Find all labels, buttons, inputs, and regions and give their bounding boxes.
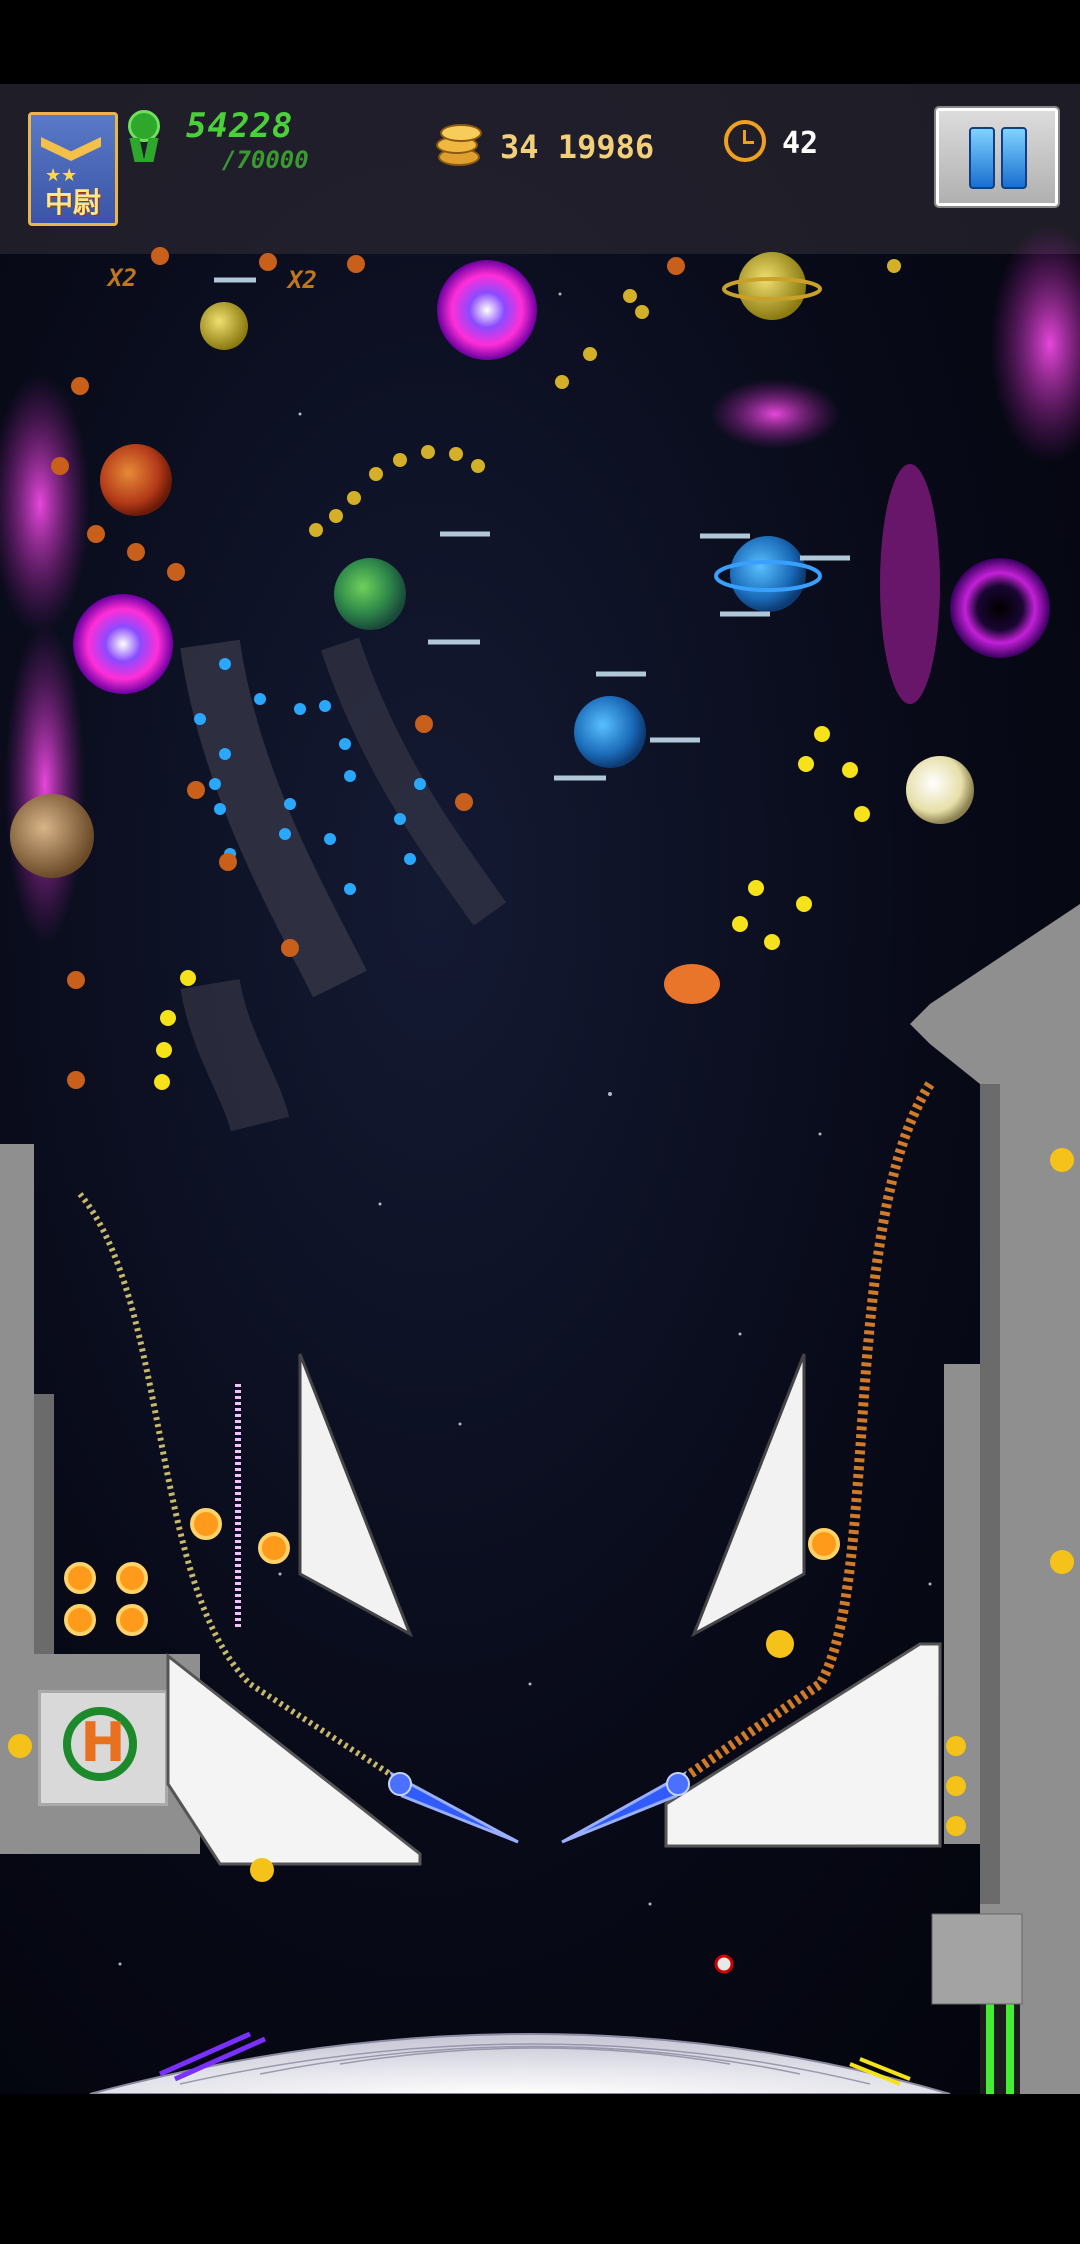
left-flipper — [388, 1770, 519, 1844]
alarm-clock-icon — [724, 120, 766, 162]
rank-insignia-icon — [41, 137, 101, 161]
score-value: 54228 — [186, 106, 294, 146]
coins-value: 34 19986 — [500, 128, 655, 166]
timer-value: 42 — [782, 126, 819, 161]
pinball-playfield[interactable]: H ★★ 中尉 54228 /70000 34 19986 42 X2 X2 — [0, 84, 1080, 2094]
score-multiplier: X2 — [288, 266, 317, 294]
rank-label: 中尉 — [44, 186, 101, 219]
pause-button[interactable] — [936, 108, 1058, 206]
rank-badge: ★★ 中尉 — [28, 112, 118, 226]
pause-icon — [969, 127, 995, 189]
ribbon-award-icon — [126, 110, 162, 166]
score-multiplier: X2 — [108, 264, 137, 292]
score-goal: /70000 — [222, 146, 309, 174]
pause-icon-bar — [1001, 127, 1027, 189]
pinball-ball — [714, 1954, 734, 1974]
left-slingshot — [8, 904, 1080, 2094]
coin-stack-icon — [434, 118, 482, 170]
